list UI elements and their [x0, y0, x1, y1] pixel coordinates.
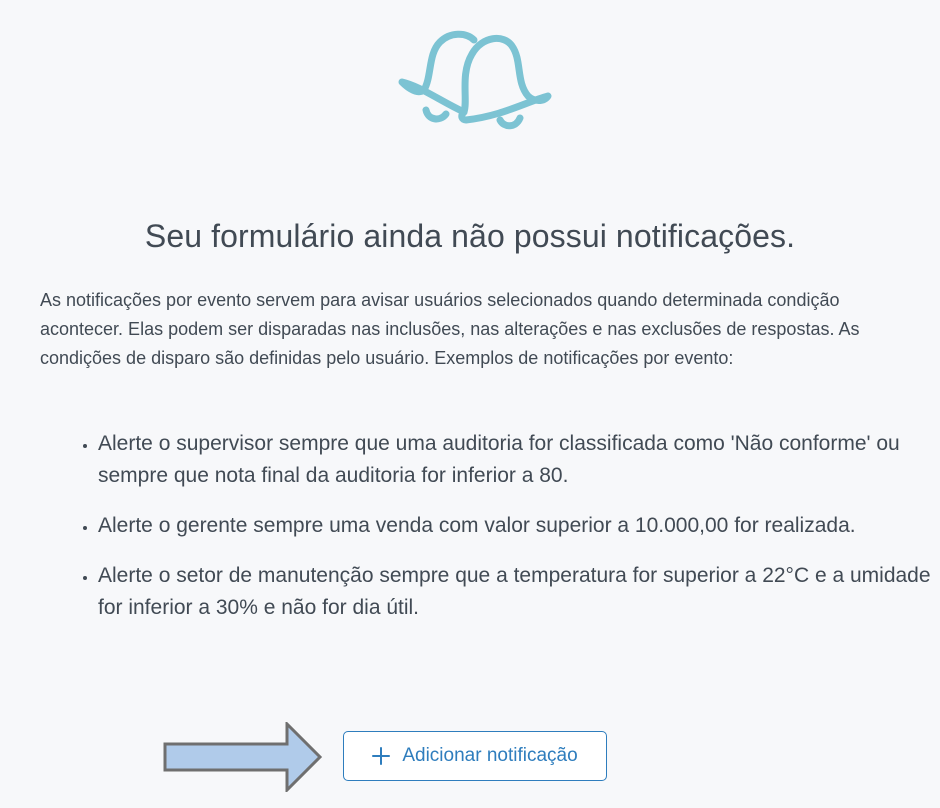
arrow-right-icon	[163, 722, 323, 792]
empty-state-page: Seu formulário ainda não possui notifica…	[0, 0, 940, 808]
add-notification-label: Adicionar notificação	[402, 745, 578, 766]
examples-list: Alerte o supervisor sempre que uma audit…	[60, 428, 940, 642]
list-item: Alerte o gerente sempre uma venda com va…	[98, 510, 940, 542]
description-text: As notificações por evento servem para a…	[40, 290, 860, 368]
page-title: Seu formulário ainda não possui notifica…	[144, 218, 796, 254]
plus-icon	[372, 747, 391, 765]
bells-icon	[398, 30, 552, 130]
add-notification-button[interactable]: Adicionar notificação	[343, 731, 607, 781]
list-item: Alerte o supervisor sempre que uma audit…	[98, 428, 940, 492]
list-item: Alerte o setor de manutenção sempre que …	[98, 560, 940, 624]
